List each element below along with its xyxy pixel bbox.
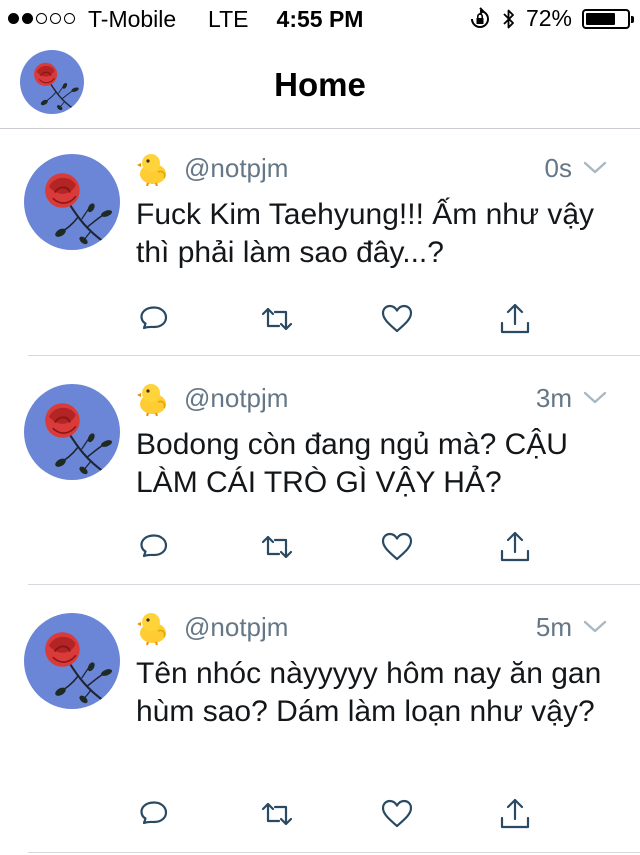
tweet-time: 3m (535, 383, 572, 413)
battery-percent: 72% (525, 5, 572, 31)
tweet-handle[interactable]: @notpjm (184, 383, 288, 414)
status-indicators: 72% (468, 5, 634, 32)
page-title: Home (274, 66, 366, 103)
tweet-text: Bodong còn đang ngủ mà? CẬU LÀM CÁI TRÒ … (136, 428, 568, 499)
chick-emoji (137, 154, 166, 186)
avatar[interactable] (24, 384, 120, 480)
tweet-text: Fuck Kim Taehyung!!! Ấm như vậy thì phải… (136, 198, 595, 269)
chick-emoji (137, 384, 166, 416)
divider (28, 584, 640, 585)
retweet-icon[interactable] (260, 530, 294, 564)
divider (28, 355, 640, 356)
tweet-time: 0s (544, 153, 572, 183)
battery-level-fill (586, 12, 615, 25)
tweet-handle[interactable]: @notpjm (184, 612, 288, 643)
orientation-lock-icon (470, 6, 489, 28)
tweet[interactable]: @notpjm 0s Fuck Kim Taehyung!!! Ấm như v… (0, 142, 640, 356)
tweet-actions (136, 302, 556, 336)
like-icon[interactable] (380, 302, 414, 336)
nav-bar: Home (0, 40, 640, 129)
bluetooth-icon (503, 9, 514, 28)
avatar[interactable] (24, 613, 120, 709)
divider (28, 852, 640, 853)
tweet[interactable]: @notpjm 3m Bodong còn đang ngủ mà? CẬU L… (0, 372, 640, 585)
like-icon[interactable] (380, 530, 414, 564)
share-icon[interactable] (498, 797, 532, 831)
avatar[interactable] (24, 154, 120, 250)
tweet-text: Tên nhóc nàyyyyy hôm nay ăn gan hùm sao?… (136, 657, 602, 728)
tweet-actions (136, 530, 556, 564)
status-bar: T-Mobile LTE 4:55 PM 72% (0, 0, 640, 40)
like-icon[interactable] (380, 797, 414, 831)
caret-down-icon[interactable] (582, 619, 608, 635)
caret-down-icon[interactable] (582, 390, 608, 406)
battery-icon (582, 8, 634, 29)
caret-down-icon[interactable] (582, 160, 608, 176)
share-icon[interactable] (498, 302, 532, 336)
chick-emoji (137, 613, 166, 645)
tweet[interactable]: @notpjm 5m Tên nhóc nàyyyyy hôm nay ăn g… (0, 601, 640, 853)
reply-icon[interactable] (136, 302, 170, 336)
tweet-time: 5m (535, 612, 572, 642)
tweet-actions (136, 797, 556, 831)
retweet-icon[interactable] (260, 797, 294, 831)
reply-icon[interactable] (136, 797, 170, 831)
reply-icon[interactable] (136, 530, 170, 564)
tweet-handle[interactable]: @notpjm (184, 153, 288, 184)
share-icon[interactable] (498, 530, 532, 564)
retweet-icon[interactable] (260, 302, 294, 336)
